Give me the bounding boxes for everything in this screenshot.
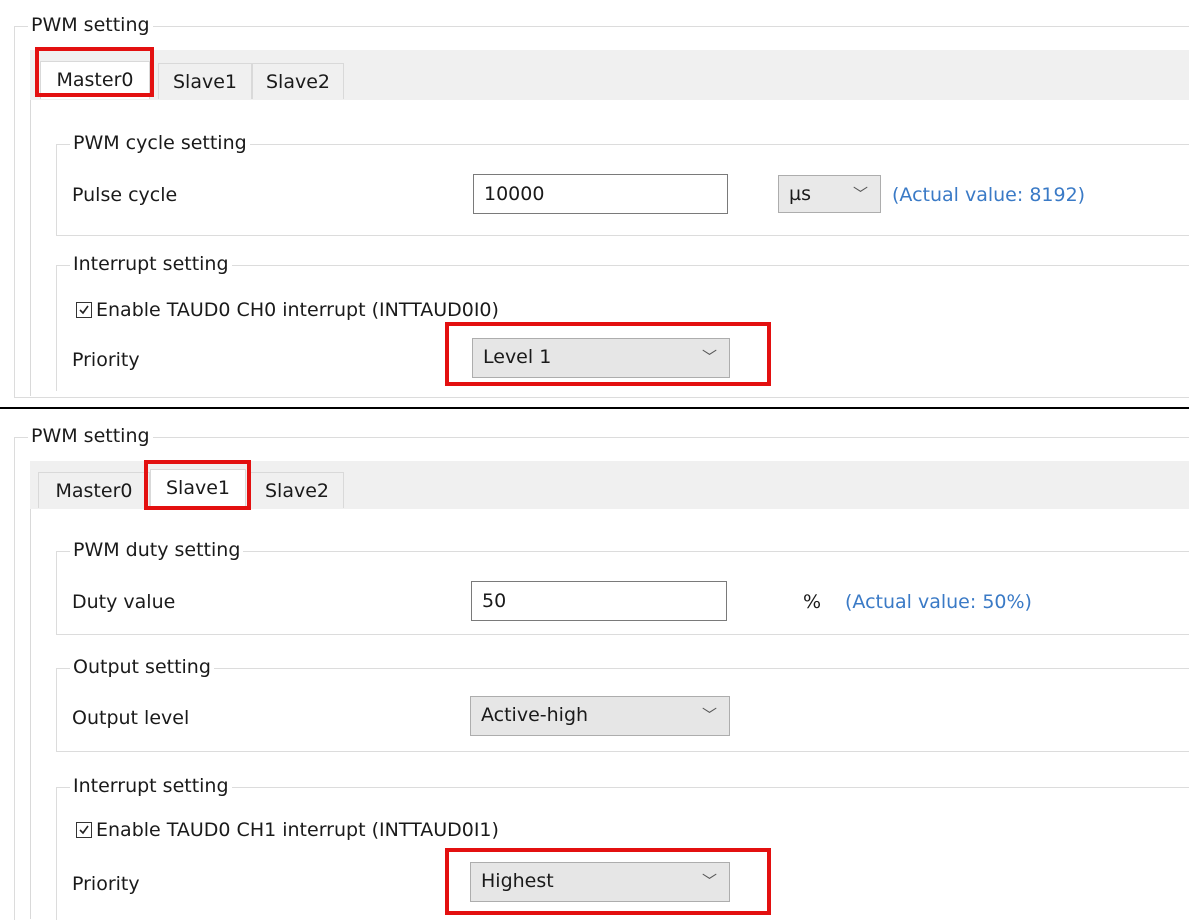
tab-slave2[interactable]: Slave2 (250, 472, 344, 508)
highlight-tab-master0 (35, 47, 154, 97)
highlight-tab-slave1 (144, 460, 251, 510)
interrupt-group-title: Interrupt setting (70, 775, 232, 797)
chevron-down-icon: ﹀ (852, 185, 868, 203)
tab-label: Master0 (55, 480, 133, 502)
highlight-priority-select (445, 322, 771, 386)
tab-master0[interactable]: Master0 (38, 472, 150, 508)
pulse-cycle-label: Pulse cycle (72, 184, 178, 206)
enable-interrupt-label: Enable TAUD0 CH1 interrupt (INTTAUD0I1) (96, 819, 499, 841)
tab-label: Slave2 (264, 480, 329, 502)
priority-label: Priority (72, 349, 140, 371)
duty-unit-label: % (803, 591, 822, 613)
pwm-setting-group-title: PWM setting (28, 14, 153, 36)
tab-slave1[interactable]: Slave1 (158, 63, 252, 99)
unit-value: µs (789, 183, 811, 205)
checkmark-icon (79, 825, 89, 835)
pulse-cycle-unit-select[interactable]: µs ﹀ (778, 175, 881, 213)
output-group-title: Output setting (70, 656, 214, 678)
interrupt-group-title: Interrupt setting (70, 253, 232, 275)
duty-value-label: Duty value (72, 591, 176, 613)
pwm-setting-group-title: PWM setting (28, 425, 153, 447)
enable-interrupt-checkbox[interactable] (76, 822, 92, 838)
pulse-cycle-input[interactable]: 10000 (473, 174, 728, 214)
highlight-priority-select (445, 848, 771, 915)
checkmark-icon (79, 305, 89, 315)
output-level-select[interactable]: Active-high ﹀ (470, 696, 730, 736)
output-level-label: Output level (72, 707, 190, 729)
tab-slave2[interactable]: Slave2 (252, 63, 344, 99)
panel-divider (0, 407, 1189, 409)
pwm-cycle-group-title: PWM cycle setting (70, 132, 250, 154)
chevron-down-icon: ﹀ (701, 706, 717, 724)
pwm-duty-group-title: PWM duty setting (70, 539, 244, 561)
output-level-value: Active-high (481, 704, 589, 726)
priority-label: Priority (72, 873, 140, 895)
enable-interrupt-label: Enable TAUD0 CH0 interrupt (INTTAUD0I0) (96, 299, 499, 321)
actual-value-text: (Actual value: 50%) (845, 591, 1032, 613)
tab-label: Slave2 (265, 71, 330, 93)
enable-interrupt-checkbox[interactable] (76, 302, 92, 318)
tab-label: Slave1 (172, 71, 237, 93)
duty-value-input[interactable]: 50 (471, 581, 727, 621)
actual-value-text: (Actual value: 8192) (892, 184, 1086, 206)
